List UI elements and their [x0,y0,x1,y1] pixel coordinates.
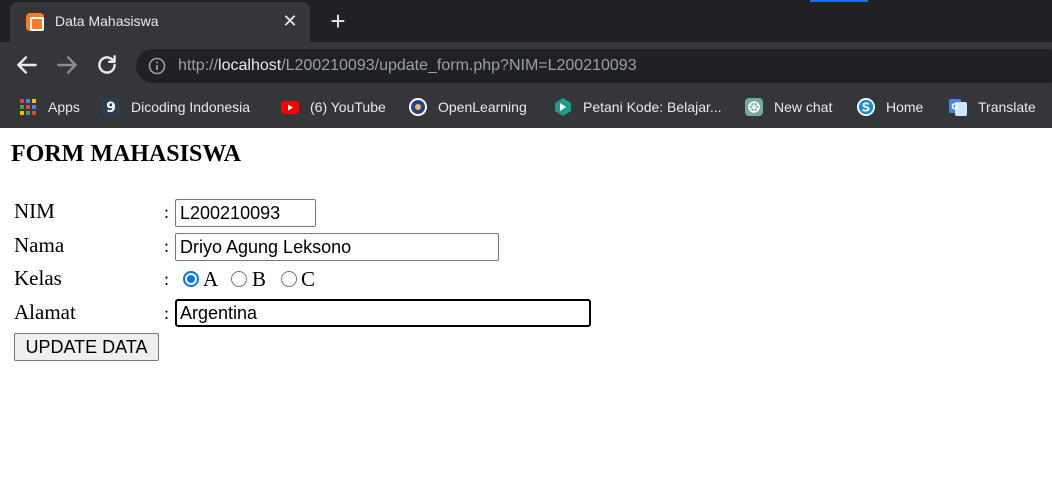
alamat-input[interactable]: Argentina [175,299,591,327]
tab-data-mahasiswa[interactable]: Data Mahasiswa ✕ [10,2,310,42]
bookmark-label: Translate [978,99,1036,115]
kelas-option-label: B [252,267,267,291]
xampp-icon [26,13,44,31]
kelas-label: Kelas [14,266,62,290]
field-separator: : [164,236,170,256]
openlearning-icon [409,98,427,116]
bookmark-translate[interactable]: G Translate [948,96,1036,118]
bookmark-label: New chat [774,99,833,115]
bookmark-label: Home [886,99,924,115]
nama-input[interactable]: Driyo Agung Leksono [175,233,499,261]
address-bar[interactable]: http://localhost/L200210093/update_form.… [136,49,1052,83]
bookmark-home[interactable]: S Home [856,96,923,118]
kelas-radio-b[interactable] [231,271,247,287]
nama-label: Nama [14,233,65,257]
field-separator: : [164,202,170,222]
svg-text:G: G [951,103,958,113]
bookmark-openlearning[interactable]: OpenLearning [408,96,527,118]
url-text[interactable]: http://localhost/L200210093/update_form.… [178,57,637,75]
bookmark-apps[interactable]: Apps [18,96,80,118]
skype-icon: S [857,98,875,116]
bookmark-petanikode[interactable]: Petani Kode: Belajar... [553,96,722,118]
dicoding-icon: 9 [102,98,120,116]
kelas-radio-a[interactable] [183,271,199,287]
url-path: /L200210093/update_form.php?NIM=L2002100… [281,57,637,74]
translate-icon: G [949,99,967,116]
bookmark-label: OpenLearning [438,99,527,115]
kelas-option-label: C [301,267,316,291]
bookmark-youtube[interactable]: (6) YouTube [280,96,386,118]
info-icon[interactable] [148,57,166,75]
update-data-button[interactable]: UPDATE DATA [14,333,159,361]
alamat-label: Alamat [14,300,76,324]
forward-arrow-icon[interactable] [54,52,80,78]
youtube-icon [281,101,299,114]
nim-input[interactable]: L200210093 [175,199,316,227]
chatgpt-icon [745,98,763,116]
navigation-bar: http://localhost/L200210093/update_form.… [0,42,1052,88]
nim-label: NIM [14,199,55,223]
url-scheme: http:// [178,57,219,74]
petanikode-icon [555,98,571,116]
bookmark-label: Apps [48,99,80,115]
tab-title: Data Mahasiswa [55,13,159,29]
bookmarks-bar: Apps 9 Dicoding Indonesia (6) YouTube Op… [0,88,1052,126]
bookmark-label: Dicoding Indonesia [131,99,251,115]
bookmark-label: (6) YouTube [310,99,386,115]
field-separator: : [164,269,170,289]
new-tab-button[interactable]: + [326,8,350,34]
kelas-radio-c[interactable] [281,271,297,287]
close-icon[interactable]: ✕ [280,11,300,31]
bookmark-label: Petani Kode: Belajar... [583,99,722,115]
reload-icon[interactable] [94,52,120,78]
apps-grid-icon [20,99,36,115]
kelas-option-label: A [203,267,219,291]
tab-strip-accent [810,0,868,2]
svg-text:9: 9 [106,100,116,116]
tab-strip: Data Mahasiswa ✕ + [0,0,1052,42]
browser-chrome: Data Mahasiswa ✕ + http://localhost/L200… [0,0,1052,128]
field-separator: : [164,303,170,323]
page-title: FORM MAHASISWA [11,141,242,167]
url-host: localhost [218,57,282,74]
bookmark-dicoding[interactable]: 9 Dicoding Indonesia [101,96,250,118]
back-arrow-icon[interactable] [14,52,40,78]
bookmark-new-chat[interactable]: New chat [744,96,832,118]
page-content: FORM MAHASISWA NIM : L200210093 Nama : D… [0,128,1052,502]
svg-text:S: S [862,101,871,115]
